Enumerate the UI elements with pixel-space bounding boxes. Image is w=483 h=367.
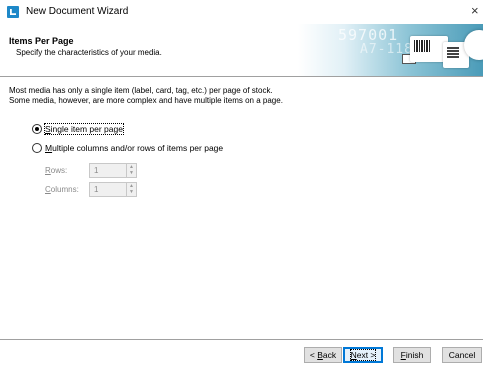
header-banner-image: 597001 A7-118: [298, 24, 483, 76]
finish-button[interactable]: Finish: [393, 347, 431, 363]
multiple-items-label[interactable]: Multiple columns and/or rows of items pe…: [45, 143, 223, 153]
close-button[interactable]: ×: [471, 2, 483, 20]
columns-field-row: Columns: 1 ▲ ▼: [45, 182, 137, 197]
single-item-option[interactable]: Single item per page: [32, 123, 124, 135]
description-text: Most media has only a single item (label…: [9, 86, 283, 106]
wizard-footer: < Back Next > Finish Cancel: [0, 340, 483, 367]
back-button[interactable]: < Back: [304, 347, 342, 363]
header-divider: [0, 76, 483, 77]
wizard-app-icon: [7, 6, 19, 18]
rows-spinbox[interactable]: 1 ▲ ▼: [89, 163, 137, 178]
window-title: New Document Wizard: [26, 6, 129, 17]
rows-field-row: Rows: 1 ▲ ▼: [45, 163, 137, 178]
single-item-radio[interactable]: [32, 124, 42, 134]
page-subtitle: Specify the characteristics of your medi…: [16, 48, 162, 57]
description-line-2: Some media, however, are more complex an…: [9, 96, 283, 105]
columns-value: 1: [94, 185, 99, 194]
page-title: Items Per Page: [9, 36, 74, 46]
spin-down-icon[interactable]: ▼: [127, 170, 136, 176]
columns-spin-arrows[interactable]: ▲ ▼: [126, 183, 136, 196]
columns-spinbox[interactable]: 1 ▲ ▼: [89, 182, 137, 197]
spin-down-icon[interactable]: ▼: [127, 189, 136, 195]
description-line-1: Most media has only a single item (label…: [9, 86, 273, 95]
columns-label: Columns:: [45, 185, 79, 194]
next-button[interactable]: Next >: [343, 347, 383, 363]
cancel-button[interactable]: Cancel: [442, 347, 482, 363]
single-item-label[interactable]: Single item per page: [44, 123, 124, 135]
rows-label: Rows:: [45, 166, 68, 175]
rows-spin-arrows[interactable]: ▲ ▼: [126, 164, 136, 177]
multiple-items-radio[interactable]: [32, 143, 42, 153]
wizard-header: Items Per Page Specify the characteristi…: [0, 24, 483, 76]
multiple-items-option[interactable]: Multiple columns and/or rows of items pe…: [32, 143, 223, 153]
title-bar: New Document Wizard ×: [0, 0, 483, 24]
rows-value: 1: [94, 166, 99, 175]
